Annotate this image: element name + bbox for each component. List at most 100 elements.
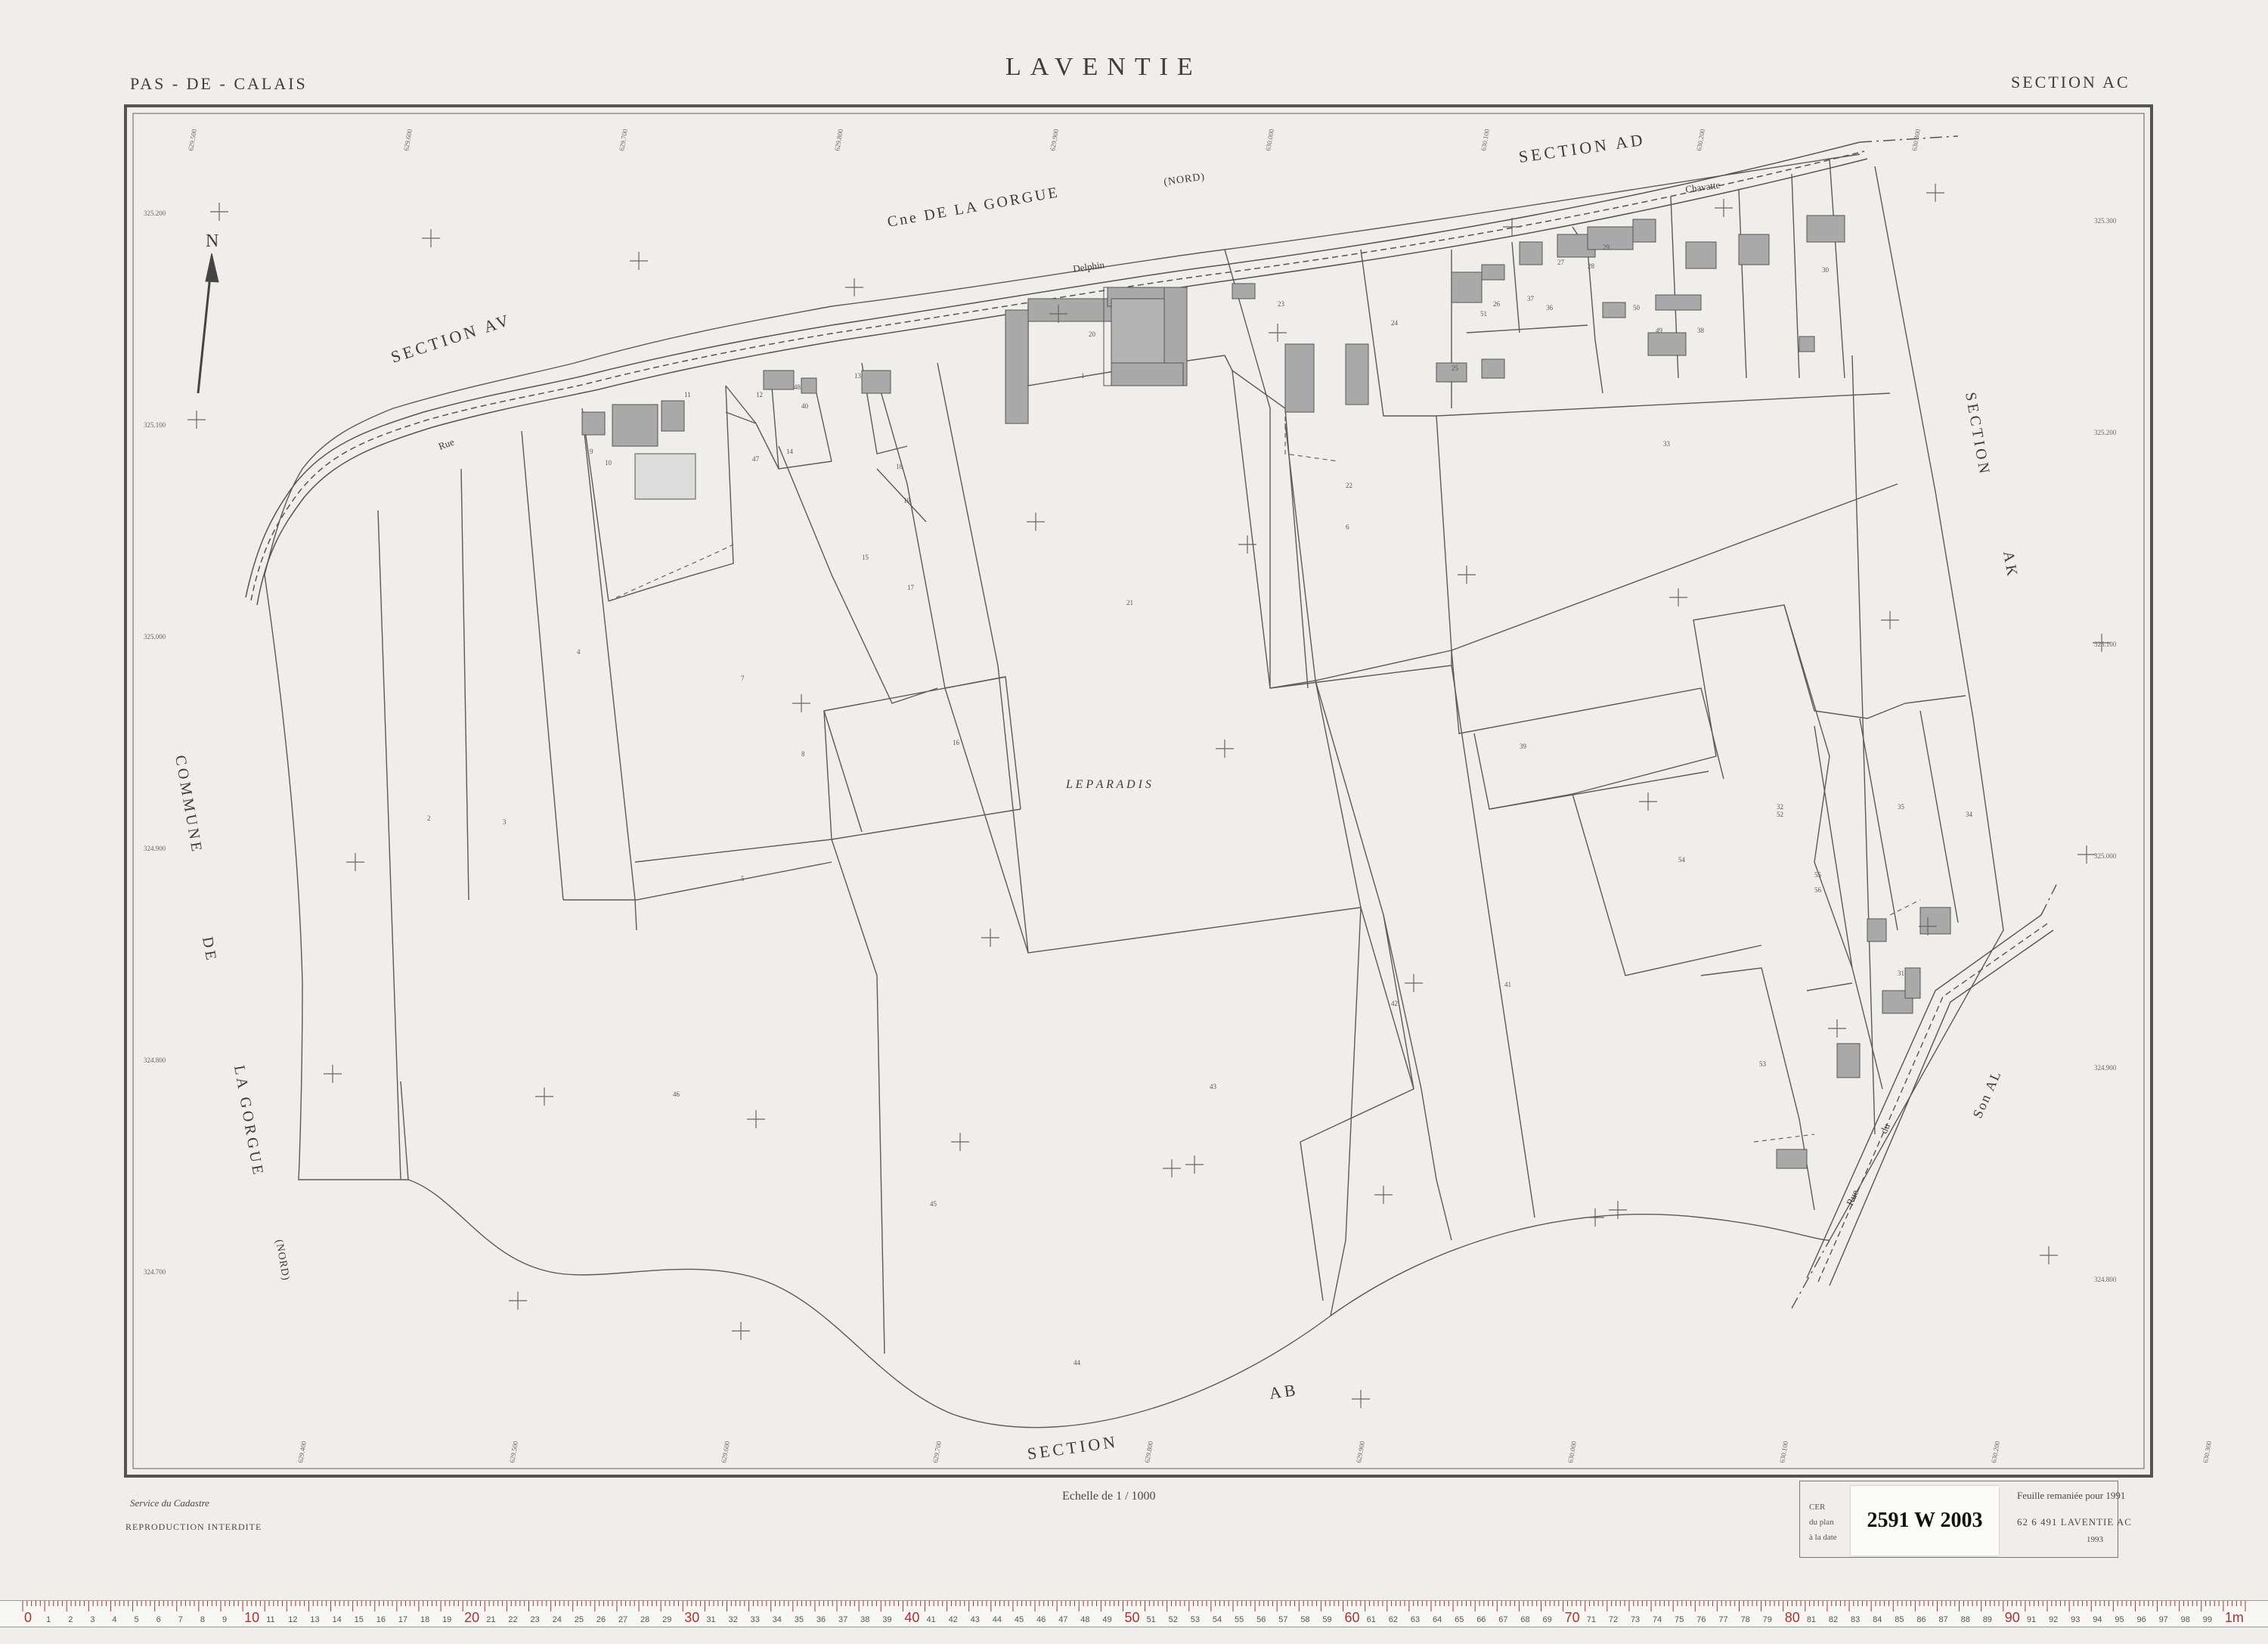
parcel-number: 35 [1898,803,1905,811]
label-chavatte: Chavatte [1684,179,1721,195]
grid-label-right: 324.900 [2094,1064,2117,1072]
grid-cross [747,1110,765,1128]
ruler-mark: 56 [1256,1615,1266,1624]
ruler-mark: 87 [1938,1615,1947,1624]
grid-label-top: 630.100 [1479,128,1491,151]
label-de: DE [199,935,220,964]
grid-label-right: 324.800 [2094,1276,2117,1283]
ruler-mark: 2 [68,1615,73,1624]
grid-label-left: 324.900 [144,845,166,852]
ruler-mark: 65 [1455,1615,1464,1624]
grid-cross [1669,588,1687,606]
parcel-number: 50 [1633,304,1641,312]
ruler-mark: 72 [1609,1615,1618,1624]
parcel-number: 7 [741,675,745,682]
parcel-number: 39 [1520,743,1527,750]
ruler-mark: 34 [773,1615,782,1624]
cadastral-map: N SECTION AD SECTION AV Cne DE LA GORGUE… [124,104,2213,1478]
north-arrow [197,253,219,394]
parcel-number: 6 [1346,523,1349,531]
grid-label-top: 630.200 [1695,128,1706,151]
label-nord-top: (NORD) [1163,171,1206,188]
grid-label-top: 629.600 [402,128,414,151]
grid-cross [845,278,863,296]
grid-label-left: 325.000 [144,633,166,641]
parcel-number: 41 [1504,981,1511,988]
ruler-mark: 41 [926,1615,935,1624]
ruler-mark: 1 [46,1615,51,1624]
ruler-mark: 95 [2115,1615,2124,1624]
label-section-ak: SECTION [1962,391,1993,478]
parcel-number: 51 [1480,310,1487,318]
parcel-number: 54 [1678,856,1686,864]
ruler-mark: 43 [971,1615,980,1624]
grid-cross [2040,1246,2058,1264]
grid-label-bottom: 630.000 [1566,1440,1578,1463]
ruler-mark: 64 [1433,1615,1442,1624]
parcel-number: 46 [673,1090,680,1098]
ruler-mark: 28 [640,1615,649,1624]
ruler-mark: 79 [1763,1615,1772,1624]
ruler-mark: 6 [156,1615,161,1624]
ruler-mark: 93 [2071,1615,2080,1624]
parcel-number: 26 [1493,300,1501,308]
label-ab: AB [1268,1380,1300,1403]
parcel-number: 18 [896,463,903,470]
parcel-number: 53 [1759,1060,1767,1068]
ruler-mark: 31 [706,1615,715,1624]
ruler-mark: 85 [1895,1615,1904,1624]
east-boundary [1829,166,2004,1241]
grid-cross [951,1133,969,1151]
ruler-mark: 98 [2181,1615,2190,1624]
ruler-mark: 37 [838,1615,847,1624]
parcel-number: 25 [1452,364,1459,372]
parcel-number: 16 [953,739,960,746]
grid-cross [1828,1019,1846,1038]
parcel-number: 40 [801,402,809,410]
parcel-number: 10 [605,459,612,467]
grid-label-right: 325.100 [2094,641,2117,648]
grid-label-right: 325.200 [2094,429,2117,436]
cert-line-2: du plan [1809,1518,1834,1527]
grid-label-left: 324.800 [144,1056,166,1064]
ruler-mark: 51 [1147,1615,1156,1624]
ruler-mark: 27 [618,1615,627,1624]
grid-cross [1352,1390,1370,1408]
parcel-number: 27 [1557,259,1565,266]
grid-cross [792,694,810,712]
parcel-number: 15 [862,554,869,561]
parcel-number: 48 [794,383,801,391]
grid-cross [1715,199,1733,217]
reference-label: 62 6 491 LAVENTIE AC [2017,1516,2132,1528]
ruler-mark: 94 [2093,1615,2102,1624]
grid-label-top: 629.500 [187,128,198,151]
ruler-mark: 91 [2027,1615,2036,1624]
parcel-number: 11 [684,391,691,399]
ruler-mark: 22 [508,1615,517,1624]
grid-label-bottom: 630.100 [1778,1440,1789,1463]
grid-label-bottom: 629.400 [296,1440,308,1463]
label-rue-top: Rue [437,436,456,451]
cert-line-1: CER [1809,1503,1826,1512]
parcel-number: 49 [1656,327,1663,334]
scale-label: Echelle de 1 / 1000 [1062,1490,1156,1503]
ruler-mark: 71 [1587,1615,1596,1624]
parcel-number: 9 [590,448,593,455]
parcel-number-layer: 12 34567891011 121314151617181920212223242… [427,243,1973,1366]
ruler-scale: 0 1 2 3 4 5 6 7 8 9 10 11 12 13 14 15 16 17 18 19 20 21 22 23 24… [22,1601,2246,1625]
ruler-mark: 23 [531,1615,540,1624]
grid-cross [1185,1155,1204,1174]
ruler-mark: 63 [1411,1615,1420,1624]
service-label: Service du Cadastre [130,1497,209,1509]
label-delphin: Delphin [1072,259,1105,275]
grid-label-right: 325.000 [2094,852,2117,860]
ruler-mark: 4 [112,1615,116,1624]
grid-cross [187,411,206,429]
parcel-number: 45 [930,1200,937,1208]
ruler-mark: 44 [993,1615,1002,1624]
grid-label-left: 324.700 [144,1268,166,1276]
grid-cross [981,929,999,947]
parcel-number: 32 [1777,803,1783,811]
ruler-mark: 5 [135,1615,139,1624]
label-nord-left: (NORD) [273,1239,291,1282]
